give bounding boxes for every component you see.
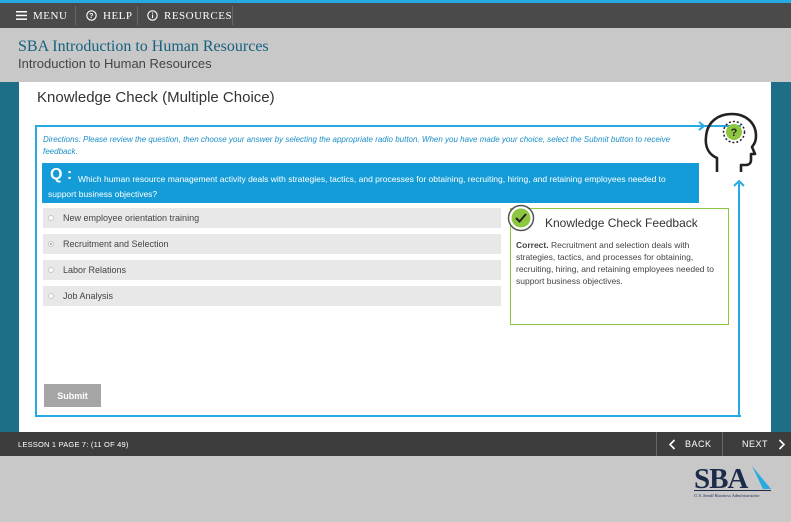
course-subtitle: Introduction to Human Resources xyxy=(18,56,212,71)
page-indicator: LESSON 1 PAGE 7: (11 OF 49) xyxy=(18,440,129,449)
help-label: HELP xyxy=(103,9,133,22)
checkmark-icon xyxy=(507,204,535,232)
help-button[interactable]: ? HELP xyxy=(86,3,133,28)
thinking-head-icon: ? xyxy=(704,112,758,172)
submit-button[interactable]: Submit xyxy=(44,384,101,407)
divider xyxy=(137,6,138,25)
answer-option-3[interactable]: Labor Relations xyxy=(43,260,501,280)
radio-button[interactable] xyxy=(48,293,54,299)
course-title: SBA Introduction to Human Resources xyxy=(18,38,269,55)
feedback-panel: Knowledge Check Feedback Correct. Recrui… xyxy=(510,208,729,325)
answer-option-2[interactable]: Recruitment and Selection xyxy=(43,234,501,254)
menu-button[interactable]: MENU xyxy=(16,3,67,28)
radio-button[interactable] xyxy=(48,215,54,221)
feedback-verdict: Correct. xyxy=(516,240,549,250)
divider xyxy=(656,432,657,456)
flow-frame-right xyxy=(738,183,740,417)
svg-text:?: ? xyxy=(731,127,738,139)
answer-option-4[interactable]: Job Analysis xyxy=(43,286,501,306)
question-text: Which human resource management activity… xyxy=(48,174,666,199)
answer-option-1[interactable]: New employee orientation training xyxy=(43,208,501,228)
divider xyxy=(75,6,76,25)
radio-button-selected[interactable] xyxy=(48,241,54,247)
feedback-title: Knowledge Check Feedback xyxy=(545,216,698,230)
svg-text:?: ? xyxy=(89,13,94,20)
question-box: Q : Which human resource management acti… xyxy=(42,163,699,203)
directions-text: Directions: Please review the question, … xyxy=(43,135,671,156)
help-icon: ? xyxy=(86,10,97,21)
answer-option-label: Job Analysis xyxy=(63,291,114,301)
next-label: NEXT xyxy=(742,439,769,449)
back-button[interactable]: BACK xyxy=(668,432,712,456)
chevron-right-icon xyxy=(778,438,786,450)
menu-label: MENU xyxy=(33,9,68,22)
next-button[interactable]: NEXT xyxy=(742,432,786,456)
course-header: SBA Introduction to Human Resources Intr… xyxy=(0,28,791,82)
feedback-text: Correct. Recruitment and selection deals… xyxy=(516,239,726,287)
bottom-nav-bar: LESSON 1 PAGE 7: (11 OF 49) BACK NEXT xyxy=(0,432,791,456)
page-title: Knowledge Check (Multiple Choice) xyxy=(37,89,275,106)
hamburger-icon xyxy=(16,11,27,20)
sba-logo: SBA U.S. Small Business Administration xyxy=(694,463,771,498)
answer-option-label: Labor Relations xyxy=(63,265,127,275)
resources-button[interactable]: RESOURCES xyxy=(147,3,232,28)
divider xyxy=(722,432,723,456)
arrow-up-icon xyxy=(733,179,745,187)
sba-tagline: U.S. Small Business Administration xyxy=(694,493,760,498)
back-label: BACK xyxy=(685,439,712,449)
radio-button[interactable] xyxy=(48,267,54,273)
divider xyxy=(232,6,233,25)
answer-option-label: Recruitment and Selection xyxy=(63,239,169,249)
info-icon xyxy=(147,10,158,21)
top-bar: MENU ? HELP RESOURCES xyxy=(0,0,791,28)
resources-label: RESOURCES xyxy=(164,9,233,22)
chevron-left-icon xyxy=(668,438,676,450)
answer-option-label: New employee orientation training xyxy=(63,213,200,223)
